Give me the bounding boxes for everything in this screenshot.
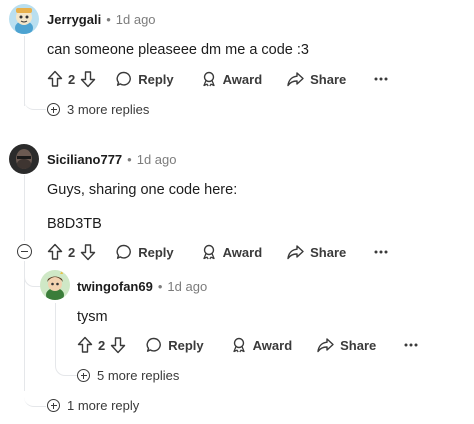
downvote-arrow-icon [111,337,126,354]
share-label: Share [310,244,347,260]
reply-button[interactable]: Reply [146,337,204,353]
award-button[interactable]: Award [201,71,263,87]
comment-text-2-line-2: B8D3TB [47,216,102,232]
downvote-arrow-icon [81,244,96,261]
thread-line-comment-2 [24,175,25,241]
reply-label: Reply [138,244,174,260]
share-label: Share [340,337,377,353]
meta-separator: • [106,12,111,27]
comment-text-2-line-1: Guys, sharing one code here: [47,182,238,198]
award-ribbon-icon [232,337,245,353]
upvote-arrow-icon [47,243,63,260]
more-options-button[interactable] [404,343,418,347]
more-replies-label: 1 more reply [67,398,140,413]
vote-score: 2 [98,337,106,353]
username[interactable]: Siciliano777 [47,152,122,167]
award-button[interactable]: Award [201,244,263,260]
speech-bubble-icon [116,244,132,259]
plus-circle-icon [77,369,90,382]
award-ribbon-icon [202,71,215,87]
timestamp[interactable]: 1d ago [116,12,156,27]
more-replies-link-3[interactable]: 5 more replies [77,368,179,383]
username[interactable]: Jerrygali [47,12,101,27]
reply-button[interactable]: Reply [116,71,174,87]
comment-text-1: can someone pleaseee dm me a code :3 [47,42,309,58]
comment-actions-2: 2 Reply Award Share [47,241,388,263]
upvote-arrow-icon [47,70,63,87]
comment-actions-1: 2 Reply Award Share [47,68,388,90]
award-button[interactable]: Award [231,337,293,353]
comment-meta-2: Siciliano777 • 1d ago [47,152,176,168]
upvote-button[interactable] [47,70,63,88]
upvote-button[interactable] [77,336,93,354]
thread-connector-more-reply-1 [24,390,46,407]
downvote-button[interactable] [80,70,96,88]
more-replies-link-1[interactable]: 3 more replies [47,102,149,117]
plus-circle-icon [47,103,60,116]
more-replies-link-2[interactable]: 1 more reply [47,398,139,413]
more-options-button[interactable] [374,77,388,81]
meta-separator: • [157,279,163,294]
share-arrow-icon [287,245,304,260]
comment-meta-1: Jerrygali • 1d ago [47,12,156,28]
more-options-button[interactable] [374,250,388,254]
avatar-siciliano777[interactable] [9,144,39,174]
reply-button[interactable]: Reply [116,244,174,260]
thread-connector-more-replies-5 [55,357,78,376]
more-replies-label: 3 more replies [67,102,150,117]
meta-separator: • [127,152,132,167]
share-arrow-icon [287,72,304,87]
comment-text-3: tysm [77,309,108,325]
reply-label: Reply [138,71,174,87]
share-button[interactable]: Share [287,244,346,260]
ellipsis-icon [374,77,388,81]
ellipsis-icon [404,343,418,347]
thread-line-comment-3 [55,303,56,363]
plus-circle-icon [47,399,60,412]
award-label: Award [222,244,263,260]
speech-bubble-icon [116,71,132,86]
downvote-arrow-icon [81,71,96,88]
comment-actions-3: 2 Reply Award Share [77,334,418,356]
more-replies-label: 5 more replies [97,368,180,383]
share-label: Share [310,71,347,87]
share-arrow-icon [317,338,334,353]
minus-circle-icon [21,250,28,253]
downvote-button[interactable] [110,336,126,354]
comment-meta-3: twingofan69 • 1d ago [77,279,207,295]
award-ribbon-icon [202,244,215,260]
avatar-twingofan69[interactable] [40,270,70,300]
share-button[interactable]: Share [317,337,376,353]
reply-label: Reply [168,337,204,353]
vote-score: 2 [68,71,76,87]
collapse-thread-button[interactable] [17,244,32,259]
avatar-jerrygali[interactable] [9,4,39,34]
username[interactable]: twingofan69 [77,279,153,294]
thread-connector-more-replies-1 [24,92,46,110]
upvote-arrow-icon [77,336,93,353]
share-button[interactable]: Share [287,71,346,87]
speech-bubble-icon [146,337,162,352]
timestamp[interactable]: 1d ago [167,279,207,294]
award-label: Award [252,337,293,353]
downvote-button[interactable] [80,243,96,261]
award-label: Award [222,71,263,87]
upvote-button[interactable] [47,243,63,261]
timestamp[interactable]: 1d ago [137,152,177,167]
ellipsis-icon [374,250,388,254]
vote-score: 2 [68,244,76,260]
